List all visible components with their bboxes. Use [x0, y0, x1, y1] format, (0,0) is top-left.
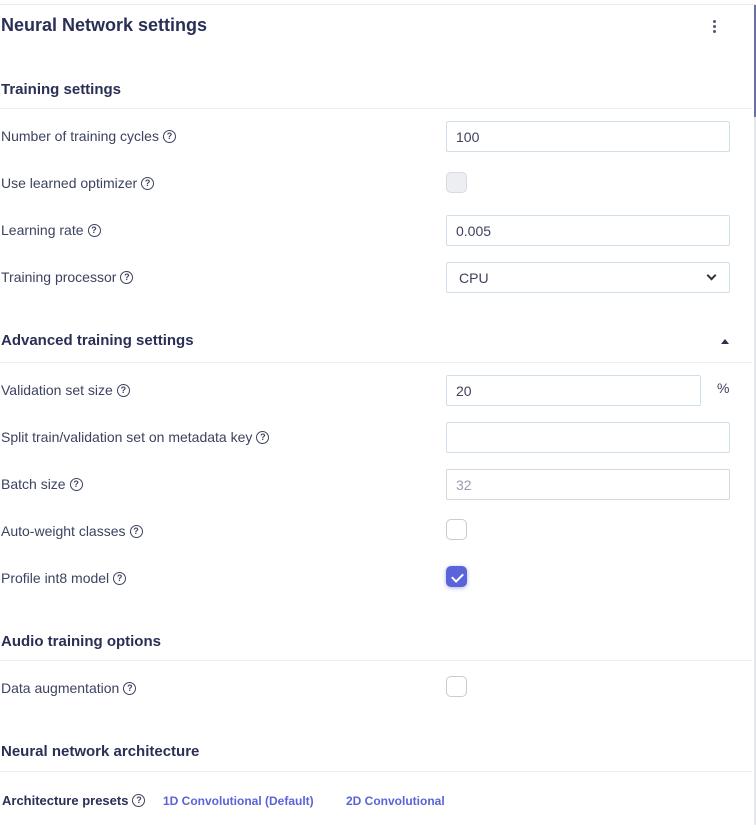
training-processor-label: Training processor ? [1, 269, 134, 285]
batch-size-label: Batch size ? [1, 476, 83, 492]
help-icon[interactable]: ? [256, 430, 270, 444]
data-augmentation-label: Data augmentation ? [1, 680, 137, 696]
help-icon[interactable]: ? [162, 129, 176, 143]
help-icon[interactable]: ? [69, 477, 83, 491]
collapse-caret-icon[interactable] [721, 339, 729, 344]
help-icon[interactable]: ? [116, 383, 130, 397]
architecture-presets-label: Architecture presets ? [2, 793, 146, 808]
help-icon[interactable]: ? [113, 571, 127, 585]
training-cycles-label: Number of training cycles ? [1, 128, 176, 144]
data-augmentation-checkbox[interactable] [446, 676, 467, 697]
profile-int8-label: Profile int8 model ? [1, 570, 127, 586]
profile-int8-checkbox[interactable] [446, 566, 467, 587]
section-title-audio: Audio training options [1, 633, 161, 650]
chevron-down-icon [706, 270, 717, 281]
preset-1d-conv-link[interactable]: 1D Convolutional (Default) [163, 794, 314, 808]
learned-optimizer-label: Use learned optimizer ? [1, 175, 155, 191]
help-icon[interactable]: ? [120, 270, 134, 284]
learning-rate-label: Learning rate ? [1, 222, 101, 238]
validation-size-input[interactable]: 20 [446, 375, 701, 406]
section-divider [0, 108, 752, 109]
split-key-label: Split train/validation set on metadata k… [1, 429, 270, 445]
batch-size-input[interactable]: 32 [446, 469, 730, 500]
help-icon[interactable]: ? [141, 176, 155, 190]
panel-top-border [0, 0, 756, 5]
split-key-input[interactable] [446, 422, 730, 453]
training-processor-value: CPU [459, 269, 489, 286]
panel-title: Neural Network settings [1, 15, 208, 35]
section-title-advanced: Advanced training settings [1, 332, 194, 349]
validation-unit: % [717, 380, 730, 396]
section-divider [0, 771, 752, 772]
learned-optimizer-checkbox[interactable] [446, 172, 467, 193]
validation-size-label: Validation set size ? [1, 382, 130, 398]
training-processor-select[interactable]: CPU [446, 262, 730, 293]
preset-2d-conv-link[interactable]: 2D Convolutional [346, 794, 445, 808]
auto-weight-label: Auto-weight classes ? [1, 523, 143, 539]
help-icon[interactable]: ? [87, 223, 101, 237]
help-icon[interactable]: ? [123, 681, 137, 695]
learning-rate-input[interactable]: 0.005 [446, 215, 730, 246]
section-title-training: Training settings [1, 81, 122, 98]
section-divider [0, 362, 752, 363]
section-divider [0, 660, 752, 661]
help-icon[interactable]: ? [132, 794, 146, 807]
auto-weight-checkbox[interactable] [446, 519, 467, 540]
section-title-architecture: Neural network architecture [1, 743, 200, 760]
kebab-menu-icon[interactable] [709, 20, 719, 38]
help-icon[interactable]: ? [129, 524, 143, 538]
training-cycles-input[interactable]: 100 [446, 121, 730, 152]
